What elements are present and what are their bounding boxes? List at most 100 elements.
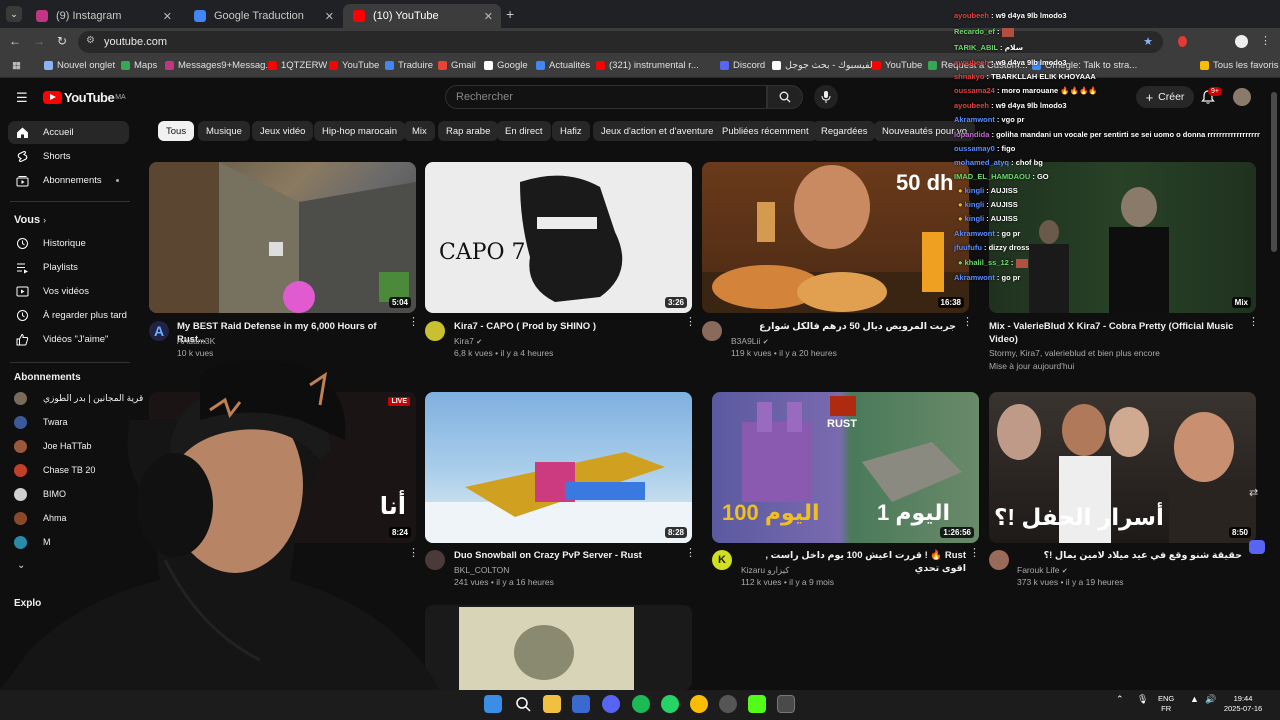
tab-label: Google Traduction	[214, 10, 304, 22]
channel-name[interactable]: Kizaru كيزارو	[741, 565, 789, 576]
bookmark-item[interactable]: الفيسبوك - بحث جوجل	[772, 60, 875, 71]
video-thumbnail[interactable]: 5:04	[149, 162, 416, 313]
bookmark-item[interactable]: Messages9+Messag...	[165, 60, 273, 71]
discord-icon[interactable]	[1249, 540, 1265, 554]
close-icon[interactable]: ✕	[163, 10, 172, 23]
chip[interactable]: Regardées	[813, 121, 876, 141]
tab-youtube[interactable]: (10) YouTube ✕	[343, 4, 501, 28]
streaming-app-icon[interactable]	[777, 695, 795, 713]
spotify-icon[interactable]	[632, 695, 650, 713]
bookmark-item[interactable]: Actualités	[536, 60, 590, 71]
bookmark-item[interactable]: YouTube	[329, 60, 379, 71]
sidebar-item-home[interactable]: Accueil	[8, 121, 129, 144]
microphone-icon[interactable]: 🎙	[1137, 694, 1148, 704]
chip[interactable]: Musique	[198, 121, 250, 141]
video-title[interactable]: جربت المرويص ديال 50 درهم فالكل شوارع	[731, 320, 956, 333]
bookmark-item[interactable]: Discord	[720, 60, 765, 71]
tab-search-button[interactable]: ⌄	[6, 6, 22, 22]
video-title[interactable]: Duo Snowball on Crazy PvP Server - Rust	[454, 549, 679, 562]
more-options-icon[interactable]: ⋮	[408, 317, 419, 328]
channel-avatar[interactable]	[702, 321, 722, 341]
channel-name[interactable]: Farouk Life ✔	[1017, 565, 1068, 575]
more-options-icon[interactable]: ⋮	[962, 317, 973, 328]
sidebar-item-history[interactable]: Historique	[8, 232, 129, 255]
sidebar-item-shorts[interactable]: Shorts	[8, 145, 129, 168]
bookmark-item[interactable]: (321) instrumental r...	[596, 60, 699, 71]
voice-search-button[interactable]	[814, 85, 838, 109]
video-title[interactable]: Kira7 - CAPO ( Prod by SHINO )	[454, 320, 679, 333]
chrome-icon[interactable]	[690, 695, 708, 713]
youtube-logo[interactable]: YouTube MA	[43, 90, 126, 105]
search-input[interactable]: Rechercher	[445, 85, 767, 109]
video-thumbnail[interactable]	[425, 605, 692, 690]
video-thumbnail[interactable]: RUST اليوم 100 اليوم 1 1:26:56	[712, 392, 979, 543]
whatsapp-icon[interactable]	[661, 695, 679, 713]
channel-name[interactable]: Stormy, Kira7, valerieblud et bien plus …	[989, 348, 1160, 358]
channel-name[interactable]: BKL_COLTON	[454, 565, 509, 575]
language-indicator[interactable]: ENG FR	[1158, 694, 1174, 714]
chip[interactable]: Hip-hop marocain	[314, 121, 405, 141]
more-options-icon[interactable]: ⋮	[1248, 317, 1259, 328]
sidebar-item-watch-later[interactable]: À regarder plus tard	[8, 304, 129, 327]
chip[interactable]: Hafiz	[552, 121, 590, 141]
chip-all[interactable]: Tous	[158, 121, 195, 141]
chip[interactable]: Mix	[404, 121, 435, 141]
bookmark-item[interactable]: Nouvel onglet	[44, 60, 115, 71]
channel-avatar[interactable]	[989, 550, 1009, 570]
hamburger-menu-icon[interactable]: ☰	[16, 90, 28, 106]
chip[interactable]: Jeux vidéo	[252, 121, 314, 141]
chat-message: Akramwont : go pr	[954, 273, 1021, 282]
chip[interactable]: En direct	[497, 121, 551, 141]
video-thumbnail[interactable]: CAPO 7 3:26	[425, 162, 692, 313]
video-thumbnail[interactable]: 8:28	[425, 392, 692, 543]
tab-google-translate[interactable]: Google Traduction ✕	[184, 4, 342, 28]
search-icon[interactable]	[514, 695, 532, 713]
chip[interactable]: Jeux d'action et d'aventure	[593, 121, 722, 141]
bookmark-item[interactable]: 1QTZERW	[268, 60, 327, 71]
more-options-icon[interactable]: ⋮	[969, 548, 980, 559]
channel-avatar[interactable]: K	[712, 550, 732, 570]
chip[interactable]: Rap arabe	[438, 121, 499, 141]
new-content-dot	[116, 179, 119, 182]
close-icon[interactable]: ✕	[484, 10, 493, 23]
wifi-icon[interactable]: ▲	[1190, 694, 1199, 704]
file-explorer-icon[interactable]	[543, 695, 561, 713]
discord-icon[interactable]	[602, 695, 620, 713]
more-options-icon[interactable]: ⋮	[685, 548, 696, 559]
close-icon[interactable]: ✕	[325, 10, 334, 23]
channel-name[interactable]: B3A9Lii ✔	[731, 336, 769, 346]
site-info-icon[interactable]: ⚙	[86, 35, 95, 46]
translate-overlay-icon[interactable]: ⇄	[1249, 486, 1258, 499]
video-thumbnail[interactable]: أسرار الحفل !؟ 8:50	[989, 392, 1256, 543]
chip[interactable]: Publiées récemment	[714, 121, 817, 141]
sidebar-item-playlists[interactable]: Playlists	[8, 256, 129, 279]
video-title[interactable]: حقيقة شنو وقع في عيد ميلاد لامين يمال !؟	[1017, 549, 1242, 562]
sidebar-item-subscriptions[interactable]: Abonnements	[8, 169, 129, 192]
search-button[interactable]	[767, 85, 803, 109]
start-windows-icon[interactable]	[484, 695, 502, 713]
volume-icon[interactable]: 🔊	[1205, 694, 1216, 704]
tab-instagram[interactable]: (9) Instagram ✕	[26, 4, 180, 28]
bookmark-item[interactable]: Google	[484, 60, 528, 71]
bookmark-item[interactable]: Traduire	[385, 60, 433, 71]
bookmark-item[interactable]: Maps	[121, 60, 157, 71]
video-title[interactable]: Mix - ValerieBlud X Kira7 - Cobra Pretty…	[989, 320, 1239, 346]
store-icon[interactable]	[572, 695, 590, 713]
more-options-icon[interactable]: ⋮	[685, 317, 696, 328]
kick-icon[interactable]	[748, 695, 766, 713]
video-meta: 373 k vues • il y a 19 heures	[1017, 577, 1124, 587]
video-thumbnail[interactable]: 50 dh 16:38	[702, 162, 969, 313]
new-tab-button[interactable]: +	[506, 6, 514, 22]
section-heading-you[interactable]: Vous ›	[14, 214, 46, 226]
bookmark-item[interactable]: YouTube	[872, 60, 922, 71]
bookmark-item[interactable]: Gmail	[438, 60, 476, 71]
back-icon[interactable]: ←	[9, 34, 21, 48]
clock[interactable]: 19:44 2025-07-16	[1222, 694, 1264, 714]
app-icon[interactable]	[719, 695, 737, 713]
sidebar-item-your-videos[interactable]: Vos vidéos	[8, 280, 129, 303]
forward-icon[interactable]: →	[33, 34, 45, 48]
apps-icon[interactable]: ▦	[12, 60, 21, 71]
reload-icon[interactable]: ↻	[57, 34, 67, 48]
chevron-up-icon[interactable]: ⌃	[1116, 694, 1124, 704]
channel-name[interactable]: Kira7 ✔	[454, 336, 482, 346]
